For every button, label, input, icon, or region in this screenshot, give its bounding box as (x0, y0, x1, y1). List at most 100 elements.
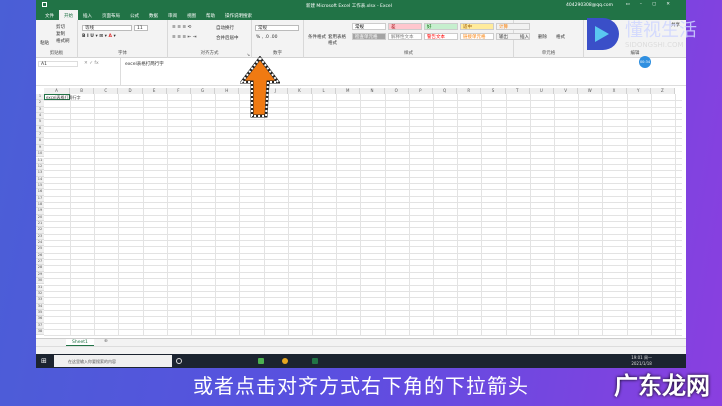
formula-input[interactable]: excel表格打两行字 (120, 58, 168, 85)
column-header[interactable]: E (142, 88, 167, 94)
gridline (44, 278, 682, 280)
tab-8[interactable]: 帮助 (201, 10, 220, 20)
merge-center-button[interactable]: 合并后居中 (216, 35, 239, 41)
save-icon[interactable] (42, 2, 47, 7)
gridline (44, 316, 682, 318)
font-size-select[interactable]: 11 (134, 25, 148, 31)
column-header[interactable]: F (166, 88, 191, 94)
format-cells-button[interactable]: 格式 (556, 34, 565, 40)
column-header[interactable]: G (191, 88, 216, 94)
gridline (44, 221, 682, 222)
column-header[interactable]: X (602, 88, 627, 94)
paste-button[interactable]: 粘贴 (40, 40, 49, 46)
cell-style[interactable]: 常规 (352, 23, 386, 30)
number-format-select[interactable]: 常规 (255, 25, 299, 31)
column-header[interactable]: Q (433, 88, 458, 94)
bold-italic-underline[interactable]: B I U ▾ ⊞ ▾ A ▾ (82, 34, 116, 39)
cell-style[interactable]: 好 (424, 23, 458, 30)
column-header[interactable]: D (118, 88, 143, 94)
gridline (44, 195, 682, 197)
column-header[interactable]: U (529, 88, 554, 94)
tab-4[interactable]: 公式 (125, 10, 144, 20)
column-header[interactable]: T (505, 88, 530, 94)
conditional-format-button[interactable]: 条件格式 (308, 34, 326, 40)
font-name-select[interactable]: 等线 (82, 25, 132, 31)
column-header[interactable]: Z (650, 88, 675, 94)
sheet-tabs-bar: Sheet1 ⊕ (36, 338, 686, 346)
start-icon[interactable]: ⊞ (41, 357, 47, 365)
gridline (44, 233, 682, 235)
delete-cells-button[interactable]: 删除 (538, 34, 547, 40)
cell-style[interactable]: 警告文本 (424, 33, 458, 40)
cell-style[interactable]: 检查单元格 (352, 33, 386, 40)
cell-style[interactable]: 链接单元格 (460, 33, 494, 40)
cell-a1[interactable]: excel表格打两行字 (44, 94, 80, 101)
gridline (44, 176, 682, 178)
copy-button[interactable]: 复制 (56, 31, 65, 37)
account[interactable]: 404290308@qq.com (566, 3, 613, 8)
cell-style[interactable]: 差 (388, 23, 422, 30)
tab-2[interactable]: 插入 (78, 10, 97, 20)
align-buttons-2[interactable]: ≡ ≡ ≡ ⇤ ⇥ (172, 35, 197, 40)
gridline (44, 271, 682, 273)
formula-buttons[interactable]: ✕ ✓ fx (84, 61, 99, 66)
logo-mark-icon (587, 18, 619, 50)
wechat-icon[interactable] (258, 358, 264, 364)
gridline (44, 284, 682, 286)
insert-cells-button[interactable]: 插入 (520, 34, 529, 40)
title-bar: 新建 Microsoft Excel 工作表.xlsx - Excel 4042… (36, 0, 686, 10)
tab-5[interactable]: 数据 (144, 10, 163, 20)
add-sheet-button[interactable]: ⊕ (104, 339, 108, 344)
tab-7[interactable]: 视图 (182, 10, 201, 20)
gridline (44, 113, 682, 115)
tab-1[interactable]: 开始 (59, 10, 78, 20)
column-header[interactable]: C (94, 88, 119, 94)
logo-domain: SIDONGSHI.COM (625, 41, 684, 49)
column-header[interactable]: B (70, 88, 95, 94)
column-header[interactable]: V (554, 88, 579, 94)
column-header[interactable]: N (360, 88, 385, 94)
window-controls[interactable]: ▭–▢✕ (625, 2, 680, 7)
orange-arrow-icon (240, 56, 280, 118)
cortana-icon[interactable] (176, 358, 182, 364)
tab-9[interactable]: 操作说明搜索 (220, 10, 257, 20)
column-header[interactable]: L (312, 88, 337, 94)
column-header[interactable]: M (336, 88, 361, 94)
gridline (44, 100, 682, 102)
cell-style[interactable]: 适中 (460, 23, 494, 30)
column-header[interactable]: O (384, 88, 409, 94)
styles-group: 条件格式 套用表格格式 常规差好适中 计算 检查单元格 解释性文本 警告文本 链接单元格输… (304, 20, 530, 58)
gridline (44, 297, 682, 299)
clock[interactable]: 19:01 周一 2021/1/18 (631, 355, 652, 366)
column-header[interactable]: S (481, 88, 506, 94)
sheet-tab[interactable]: Sheet1 (66, 339, 94, 346)
format-painter-button[interactable]: 格式刷 (56, 38, 70, 44)
window-title: 新建 Microsoft Excel 工作表.xlsx - Excel (306, 4, 392, 9)
row-header[interactable]: 38 (36, 328, 44, 336)
column-header[interactable]: H (215, 88, 240, 94)
format-as-table-button[interactable]: 套用表格格式 (328, 34, 346, 46)
gridline (44, 201, 682, 203)
column-header[interactable]: W (578, 88, 603, 94)
column-header[interactable]: Y (626, 88, 651, 94)
column-header[interactable]: R (457, 88, 482, 94)
name-box[interactable]: A1 (38, 61, 78, 67)
taskbar-search[interactable]: 在这里输入你要搜索的内容 (54, 355, 172, 367)
gridline (44, 157, 682, 159)
align-buttons[interactable]: ≡ ≡ ≡ ⟲ (172, 25, 191, 30)
chrome-icon[interactable] (282, 358, 288, 364)
cut-button[interactable]: 剪切 (56, 24, 65, 30)
column-header[interactable]: K (287, 88, 312, 94)
tab-0[interactable]: 文件 (40, 10, 59, 20)
gridline (44, 170, 682, 172)
gridline (44, 328, 682, 330)
column-header[interactable]: P (408, 88, 433, 94)
cell-style[interactable]: 解释性文本 (388, 33, 422, 40)
excel-taskbar-icon[interactable] (312, 358, 318, 364)
wrap-text-button[interactable]: 自动换行 (216, 25, 234, 31)
tab-3[interactable]: 页面布局 (97, 10, 125, 20)
tab-6[interactable]: 审阅 (163, 10, 182, 20)
brand-watermark: 广东龙网 (614, 372, 710, 400)
gridline (44, 335, 682, 337)
number-buttons[interactable]: % , .0 .00 (256, 35, 277, 40)
